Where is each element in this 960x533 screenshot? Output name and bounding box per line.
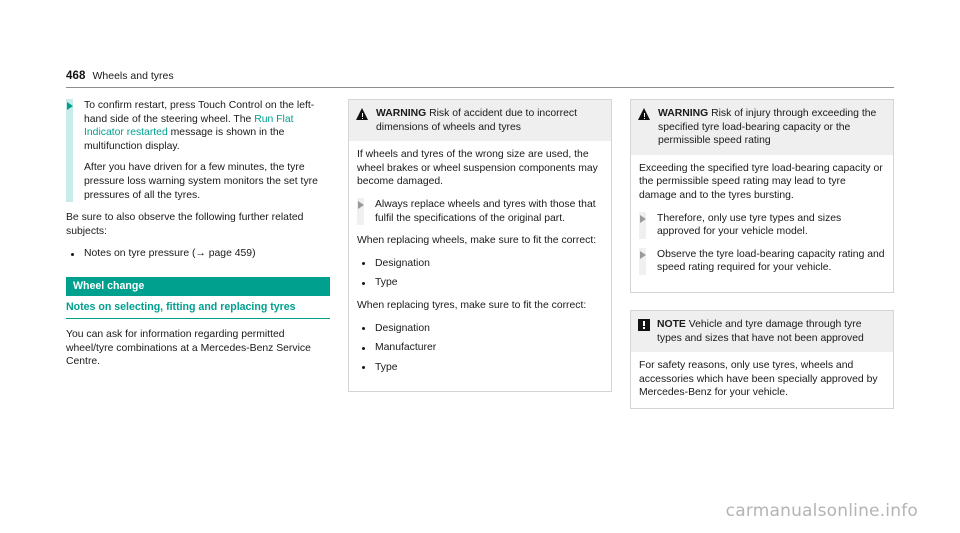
callout-header: NOTE Vehicle and tyre damage through tyr…	[631, 310, 893, 353]
callout-body: For safety reasons, only use tyres, whee…	[631, 352, 893, 408]
triangle-right-icon	[640, 214, 646, 223]
page-number: 468	[66, 70, 86, 82]
action-text: Observe the tyre load-bearing capacity r…	[657, 248, 885, 274]
list-item: Designation	[357, 322, 603, 336]
callout-header-text: NOTE Vehicle and tyre damage through tyr…	[657, 318, 885, 345]
warning-triangle-icon	[356, 108, 369, 120]
action-text: Always replace wheels and tyres with tho…	[375, 198, 596, 224]
page-header: 468 Wheels and tyres	[66, 70, 894, 82]
content-columns: To confirm restart, press Touch Control …	[66, 99, 894, 409]
note-callout-unapproved-tyres: NOTE Vehicle and tyre damage through tyr…	[630, 309, 894, 409]
section-subheading: Notes on selecting, fitting and replacin…	[66, 296, 330, 320]
callout-paragraph-3: When replacing tyres, make sure to fit t…	[357, 299, 587, 311]
callout-header-text: WARNING Risk of accident due to incorrec…	[376, 107, 603, 134]
callout-paragraph-1: If wheels and tyres of the wrong size ar…	[357, 149, 598, 188]
triangle-right-icon	[358, 200, 364, 209]
note-exclamation-icon	[638, 318, 650, 331]
warning-callout-dimensions: WARNING Risk of accident due to incorrec…	[348, 99, 612, 393]
callout-kind-label: WARNING	[658, 108, 709, 119]
callout-kind-label: WARNING	[376, 108, 427, 119]
warning-triangle-icon	[638, 108, 651, 120]
callout-body: Exceeding the specified tyre load-bearin…	[631, 155, 893, 292]
action-block-restart: To confirm restart, press Touch Control …	[66, 99, 330, 203]
action-block-approved-types: Therefore, only use tyre types and sizes…	[639, 211, 885, 239]
section-heading-wheel-change: Wheel change	[66, 276, 330, 296]
watermark: carmanualsonline.info	[725, 501, 918, 521]
list-item: Type	[357, 361, 603, 375]
related-subjects-list: Notes on tyre pressure (→ page 459)	[66, 247, 330, 261]
wheel-fit-list: Designation Type	[357, 257, 603, 290]
action-paragraph-2: After you have driven for a few minutes,…	[84, 162, 318, 201]
action-text: Therefore, only use tyre types and sizes…	[657, 212, 842, 238]
triangle-right-icon	[640, 250, 646, 259]
action-block-observe-rating: Observe the tyre load-bearing capacity r…	[639, 247, 885, 276]
action-block-replace-wheels: Always replace wheels and tyres with tho…	[357, 197, 603, 226]
tyre-fit-list: Designation Manufacturer Type	[357, 322, 603, 375]
triangle-right-icon	[67, 102, 73, 110]
callout-kind-label: NOTE	[657, 318, 686, 330]
middle-column: WARNING Risk of accident due to incorrec…	[348, 99, 612, 393]
callout-body: If wheels and tyres of the wrong size ar…	[349, 141, 611, 391]
chapter-title: Wheels and tyres	[92, 70, 174, 82]
section-body-paragraph: You can ask for information regarding pe…	[66, 329, 311, 368]
callout-header: WARNING Risk of injury through exceeding…	[631, 100, 893, 155]
list-item[interactable]: Notes on tyre pressure (→ page 459)	[66, 247, 330, 261]
list-item: Type	[357, 276, 603, 290]
warning-callout-load-capacity: WARNING Risk of injury through exceeding…	[630, 99, 894, 293]
list-item: Manufacturer	[357, 341, 603, 355]
list-item: Designation	[357, 257, 603, 271]
callout-paragraph-2: When replacing wheels, make sure to fit …	[357, 235, 597, 247]
header-divider	[66, 87, 894, 88]
callout-paragraph-1: Exceeding the specified tyre load-bearin…	[639, 162, 883, 201]
related-subjects-intro: Be sure to also observe the following fu…	[66, 212, 304, 237]
callout-header-detail: Vehicle and tyre damage through tyre typ…	[657, 318, 864, 344]
callout-header: WARNING Risk of accident due to incorrec…	[349, 100, 611, 142]
callout-paragraph-1: For safety reasons, only use tyres, whee…	[639, 360, 878, 399]
right-column: WARNING Risk of injury through exceeding…	[630, 99, 894, 409]
left-column: To confirm restart, press Touch Control …	[66, 99, 330, 369]
callout-header-text: WARNING Risk of injury through exceeding…	[658, 107, 885, 148]
action-paragraph-1: To confirm restart, press Touch Control …	[84, 99, 330, 153]
